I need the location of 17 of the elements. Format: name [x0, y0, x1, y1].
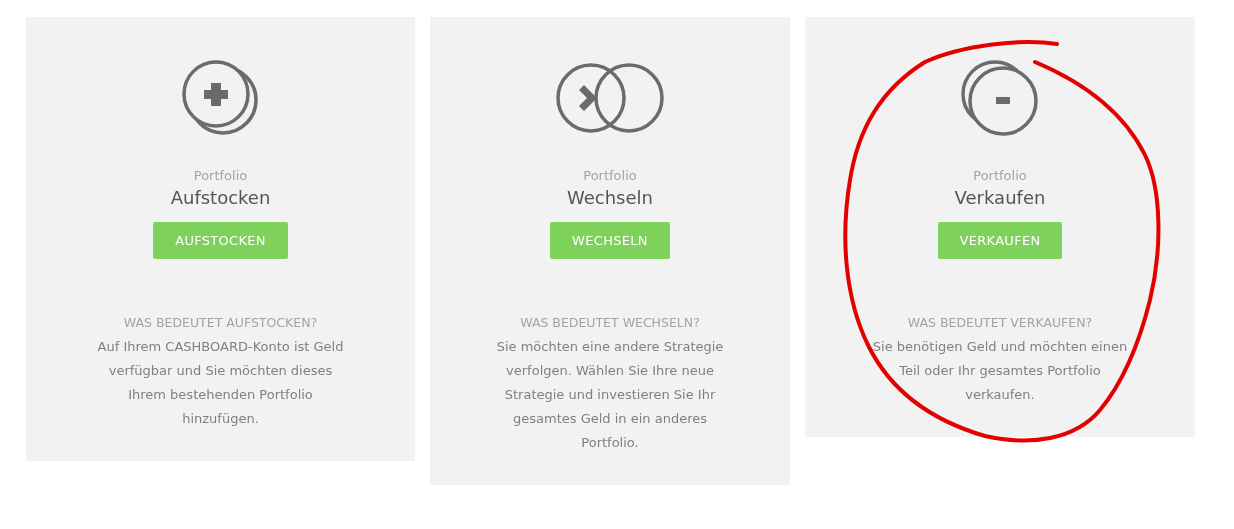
- question-heading: WAS BEDEUTET WECHSELN?: [520, 314, 700, 332]
- card-title: Aufstocken: [170, 186, 271, 210]
- coin-minus-icon: [960, 59, 1040, 137]
- card-description: Auf Ihrem CASHBOARD-Konto ist Geld verfügbar und Sie möchten dieses Ihrem bestehenden Portfolio hinzufügen.: [96, 338, 345, 428]
- card-eyebrow: Portfolio: [973, 167, 1027, 185]
- card-title: Verkaufen: [954, 186, 1046, 210]
- action-button[interactable]: VERKAUFEN: [937, 222, 1063, 259]
- action-button[interactable]: AUFSTOCKEN: [153, 222, 288, 259]
- coin-plus-icon: [180, 59, 261, 137]
- card-eyebrow: Portfolio: [193, 167, 248, 185]
- card-title: Wechseln: [567, 186, 653, 210]
- action-button[interactable]: WECHSELN: [550, 222, 670, 259]
- question-heading: WAS BEDEUTET AUFSTOCKEN?: [123, 314, 318, 332]
- question-heading: WAS BEDEUTET VERKAUFEN?: [907, 314, 1093, 332]
- card-description: Sie möchten eine andere Strategie verfolgen. Wählen Sie Ihre neue Strategie und investieren Sie Ihr gesamtes Geld in ein anderes Portfolio.: [495, 338, 725, 452]
- card-description: Sie benötigen Geld und möchten einen Teil oder Ihr gesamtes Portfolio verkaufen.: [871, 338, 1129, 404]
- card-eyebrow: Portfolio: [583, 167, 637, 185]
